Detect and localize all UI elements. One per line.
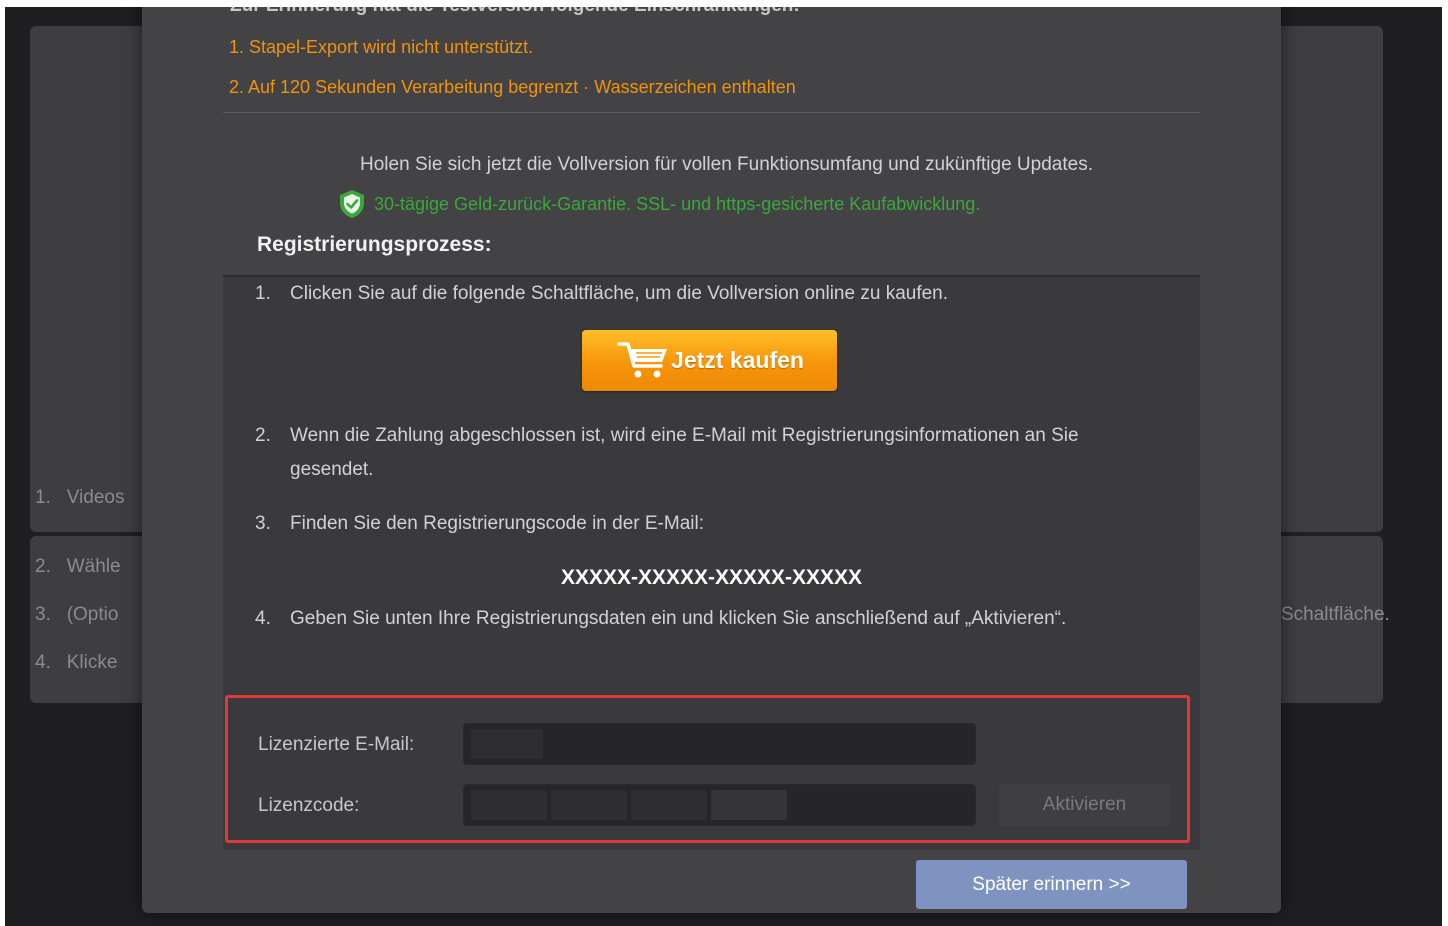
registration-step-1: 1. Clicken Sie auf die folgende Schaltfl…	[255, 277, 1175, 311]
app-background: 1. Videos 2. Wähle 3. (Optio 4. Klicke S…	[5, 7, 1442, 926]
limitation-item: 2. Auf 120 Sekunden Verarbeitung begrenz…	[229, 77, 796, 97]
registration-step-4: 4. Geben Sie unten Ihre Registrierungsda…	[255, 602, 1115, 636]
buy-now-label: Jetzt kaufen	[671, 347, 804, 373]
background-right-text: Schaltfläche.	[1281, 604, 1390, 625]
limitation-item: 1. Stapel-Export wird nicht unterstützt.	[229, 37, 534, 57]
background-step-text: Klicke	[66, 652, 118, 673]
background-step-number: 1.	[35, 487, 51, 508]
background-step-1: 1. Videos	[35, 487, 124, 509]
step-number: 3.	[255, 513, 271, 534]
email-label: Lizenzierte E-Mail:	[258, 734, 415, 755]
buy-now-button[interactable]: Jetzt kaufen	[582, 330, 837, 391]
shield-check-icon	[340, 190, 364, 218]
shopping-cart-icon	[617, 341, 668, 377]
license-code-label: Lizenzcode:	[258, 795, 360, 816]
activate-button[interactable]: Aktivieren	[999, 784, 1170, 826]
background-step-text: Videos	[66, 487, 125, 508]
step-number: 2.	[255, 425, 271, 446]
background-step-number: 2.	[35, 556, 51, 577]
background-step-4: 4. Klicke	[35, 652, 117, 674]
background-step-2: 2. Wähle	[35, 556, 121, 578]
redacted-code-segment	[471, 790, 547, 820]
registration-step-2: 2. Wenn die Zahlung abgeschlossen ist, w…	[255, 419, 1155, 487]
redacted-code-segment	[631, 790, 707, 820]
redacted-code-segment	[551, 790, 627, 820]
divider	[223, 112, 1200, 113]
guarantee-text: 30-tägige Geld-zurück-Garantie. SSL- und…	[374, 193, 981, 214]
step-text: Wenn die Zahlung abgeschlossen ist, wird…	[290, 425, 1079, 480]
step-text: Finden Sie den Registrierungscode in der…	[290, 513, 704, 534]
step-text: Clicken Sie auf die folgende Schaltfläch…	[290, 283, 949, 304]
guarantee-row: 30-tägige Geld-zurück-Garantie. SSL- und…	[338, 189, 980, 219]
background-step-text: (Optio	[66, 604, 119, 625]
registration-panel: 1. Clicken Sie auf die folgende Schaltfl…	[223, 275, 1200, 850]
registration-dialog: Zur Erinnerung hat die Testversion folge…	[142, 7, 1281, 913]
full-version-text: Holen Sie sich jetzt die Vollversion für…	[360, 154, 1093, 175]
background-step-number: 4.	[35, 652, 51, 673]
redacted-email	[471, 729, 543, 759]
background-step-number: 3.	[35, 604, 51, 625]
step-number: 4.	[255, 608, 271, 629]
license-form: Lizenzierte E-Mail: Lizenzcode: Aktivier…	[225, 695, 1190, 843]
code-field-wrapper	[463, 784, 976, 826]
step-number: 1.	[255, 283, 271, 304]
registration-code-pattern: XXXXX-XXXXX-XXXXX-XXXXX	[560, 566, 863, 589]
remind-later-button[interactable]: Später erinnern >>	[916, 860, 1187, 909]
redacted-code-segment	[711, 790, 787, 820]
email-field-wrapper	[463, 723, 976, 765]
limitations-heading: Zur Erinnerung hat die Testversion folge…	[230, 7, 800, 17]
background-step-text: Wähle	[66, 556, 121, 577]
registration-title: Registrierungsprozess:	[257, 233, 492, 256]
step-text: Geben Sie unten Ihre Registrierungsdaten…	[290, 608, 1067, 629]
background-step-3: 3. (Optio	[35, 604, 118, 626]
registration-step-3: 3. Finden Sie den Registrierungscode in …	[255, 507, 1155, 541]
